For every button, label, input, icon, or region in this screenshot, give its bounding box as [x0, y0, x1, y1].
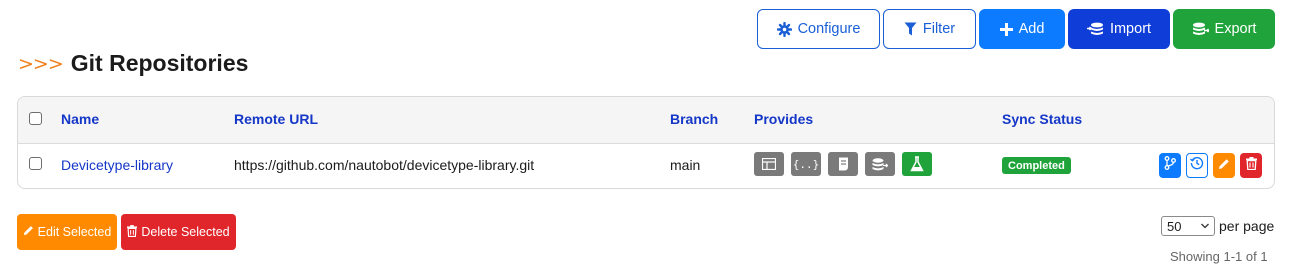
sync-repository-button[interactable]	[1159, 153, 1181, 178]
config-contexts-icon	[865, 152, 895, 176]
column-header-remote-url[interactable]: Remote URL	[234, 111, 318, 127]
column-header-provides: Provides	[754, 111, 814, 127]
gear-icon	[776, 21, 792, 37]
per-page-select[interactable]: 50	[1161, 216, 1215, 236]
import-label: Import	[1109, 21, 1152, 37]
changelog-button[interactable]	[1186, 153, 1208, 178]
select-all-checkbox[interactable]	[29, 112, 42, 125]
repository-name-link[interactable]: Devicetype-library	[61, 157, 173, 173]
jobs-icon	[828, 152, 858, 176]
delete-selected-label: Delete Selected	[141, 225, 230, 239]
pagination-summary: Showing 1-1 of 1	[1170, 249, 1268, 264]
edit-selected-button[interactable]: Edit Selected	[17, 214, 117, 250]
sync-status-label: Completed	[1008, 159, 1065, 172]
heading-chevrons: >>>	[18, 52, 64, 75]
per-page-value: 50	[1167, 218, 1182, 234]
import-button[interactable]: Import	[1068, 9, 1170, 49]
trash-icon	[127, 224, 138, 240]
filter-label: Filter	[922, 21, 956, 37]
filter-button[interactable]: Filter	[883, 9, 976, 49]
filter-icon	[904, 22, 917, 36]
add-label: Add	[1018, 21, 1045, 37]
sync-status-badge: Completed	[1002, 157, 1071, 174]
pencil-icon	[1218, 157, 1230, 175]
config-context-schemas-icon: {..}	[791, 152, 821, 176]
export-templates-icon	[754, 152, 784, 176]
trash-icon	[1245, 156, 1257, 175]
column-header-name[interactable]: Name	[61, 111, 99, 127]
repositories-table: Name Remote URL Branch Provides Sync Sta…	[17, 96, 1275, 189]
git-branch-icon	[1164, 156, 1176, 175]
delete-repository-button[interactable]	[1240, 153, 1262, 178]
export-label: Export	[1214, 21, 1257, 37]
database-import-icon	[1086, 22, 1104, 36]
per-page-label: per page	[1219, 218, 1275, 234]
column-header-sync-status[interactable]: Sync Status	[1002, 111, 1082, 127]
configure-button[interactable]: Configure	[757, 9, 880, 49]
history-icon	[1190, 156, 1204, 175]
column-header-branch[interactable]: Branch	[670, 111, 718, 127]
chevron-down-icon	[1200, 219, 1210, 236]
plus-icon	[999, 22, 1013, 36]
edit-selected-label: Edit Selected	[37, 225, 112, 239]
row-select-checkbox[interactable]	[29, 157, 42, 170]
delete-selected-button[interactable]: Delete Selected	[121, 214, 236, 250]
edit-repository-button[interactable]	[1213, 153, 1235, 178]
add-button[interactable]: Add	[979, 9, 1065, 49]
export-button[interactable]: Export	[1173, 9, 1275, 49]
branch-cell: main	[670, 157, 701, 173]
table-header-row: Name Remote URL Branch Provides Sync Sta…	[18, 97, 1274, 144]
page-heading: >>> Git Repositories	[18, 50, 248, 77]
page-title: Git Repositories	[70, 50, 249, 76]
database-export-icon	[1192, 22, 1209, 36]
pencil-icon	[23, 225, 34, 239]
remote-url-cell: https://github.com/nautobot/devicetype-l…	[234, 157, 535, 173]
device-types-icon	[902, 152, 932, 176]
configure-label: Configure	[797, 21, 861, 37]
